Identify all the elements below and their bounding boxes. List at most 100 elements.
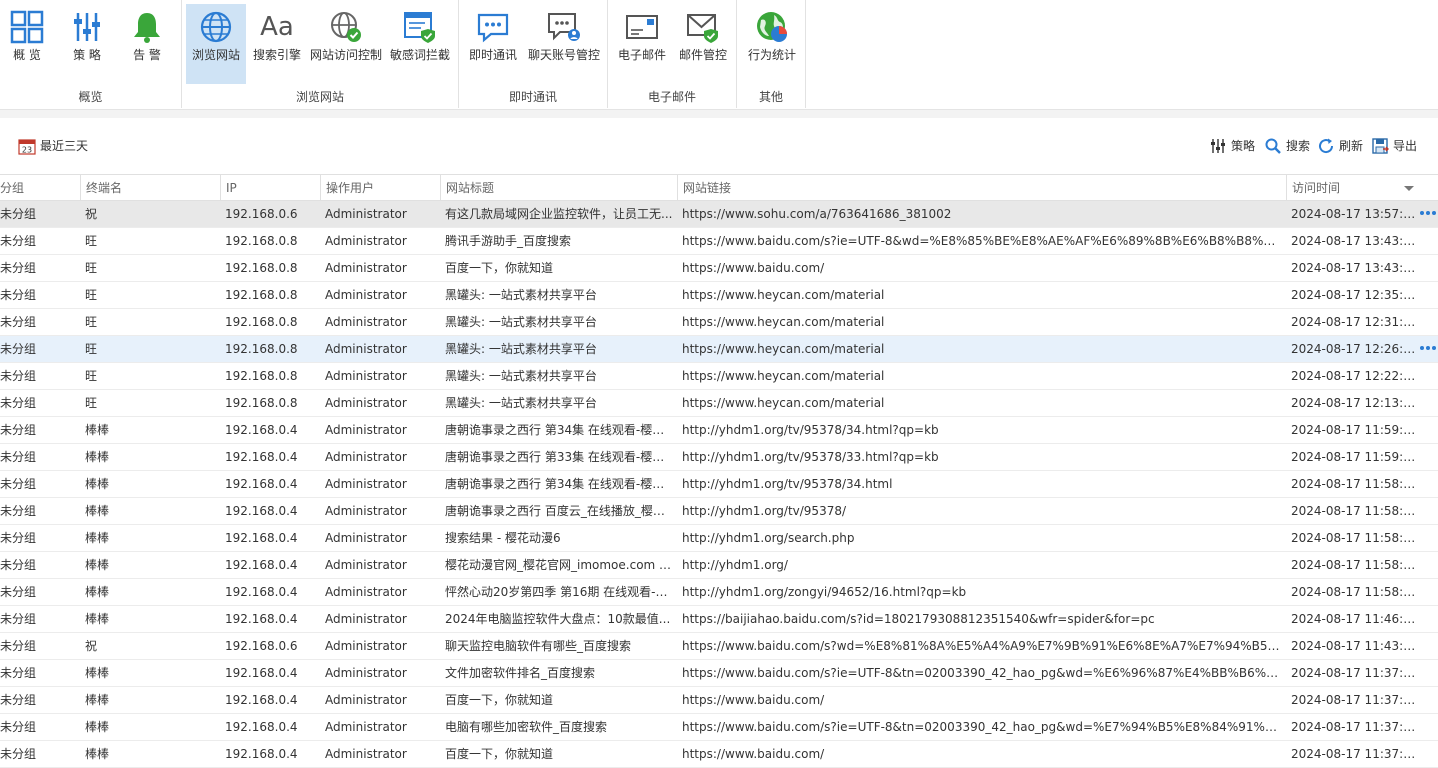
cell-user: Administrator — [325, 639, 407, 653]
cell-group: 未分组 — [0, 450, 37, 464]
cell-title: 黑罐头: 一站式素材共享平台 — [445, 342, 597, 356]
cell-terminal: 棒棒 — [85, 450, 110, 464]
cell-title: 怦然心动20岁第四季 第16期 在线观看-樱... — [445, 585, 674, 599]
chat-account-control-label: 聊天账号管控 — [527, 48, 600, 62]
column-header-terminal[interactable]: 终端名 — [80, 175, 220, 201]
cell-group: 未分组 — [0, 531, 37, 545]
cell-time: 2024-08-17 11:58:57 — [1291, 504, 1416, 518]
search-button[interactable]: 搜索 — [1264, 137, 1310, 155]
chat-account-control-button[interactable]: 聊天账号管控 — [525, 4, 603, 84]
table-row[interactable]: 未分组 旺 192.168.0.8 Administrator 黑罐头: 一站式素材共享… — [0, 363, 1438, 390]
policy-button[interactable]: 策 略 — [60, 4, 114, 84]
table-row[interactable]: 未分组 棒棒 192.168.0.4 Administrator 百度一下，你就知道 ht… — [0, 687, 1438, 714]
column-header-time[interactable]: 访问时间 — [1286, 175, 1416, 201]
cell-title: 电脑有哪些加密软件_百度搜索 — [445, 720, 608, 734]
column-header-group[interactable]: 分组 — [0, 175, 80, 201]
cell-terminal: 祝 — [85, 207, 98, 221]
website-access-control-label: 网站访问控制 — [309, 48, 382, 62]
export-label: 导出 — [1393, 139, 1418, 153]
table-row[interactable]: 未分组 旺 192.168.0.8 Administrator 腾讯手游助手_百度搜索 h… — [0, 228, 1438, 255]
refresh-label: 刷新 — [1339, 139, 1364, 153]
column-header-user[interactable]: 操作用户 — [320, 175, 440, 201]
export-button[interactable]: 导出 — [1371, 137, 1417, 155]
cell-title: 有这几款局域网企业监控软件，让员工无... — [445, 207, 673, 221]
table-body: 未分组祝 192.168.0.6 Administrator 有这几款局域网企业监控软… — [0, 201, 1438, 768]
table-row[interactable]: 未分组 棒棒 192.168.0.4 Administrator 文件加密软件排名_百度… — [0, 660, 1438, 687]
alarm-button[interactable]: 告 警 — [120, 4, 174, 84]
ribbon-group-browsing: 浏览网站 Aa 搜索引擎 网站访问控制 敏感词拦截 浏览网站 — [182, 0, 459, 108]
cell-terminal: 棒棒 — [85, 666, 110, 680]
cell-terminal: 棒棒 — [85, 531, 110, 545]
cell-group: 未分组 — [0, 423, 37, 437]
cell-time: 2024-08-17 11:59:39 — [1291, 423, 1416, 437]
cell-user: Administrator — [325, 234, 407, 248]
table-row[interactable]: 未分组 旺 192.168.0.8 Administrator 百度一下，你就知道 htt… — [0, 255, 1438, 282]
cell-group: 未分组 — [0, 369, 37, 383]
cell-title: 唐朝诡事录之西行 第33集 在线观看-樱花... — [445, 450, 674, 464]
table-row[interactable]: 未分组 棒棒 192.168.0.4 Administrator 唐朝诡事录之西行 第3… — [0, 417, 1438, 444]
cell-user: Administrator — [325, 423, 407, 437]
table-row[interactable]: 未分组 旺 192.168.0.8 Administrator 黑罐头: 一站式素材共享… — [0, 390, 1438, 417]
table-row[interactable]: 未分组 旺 192.168.0.8 Administrator 黑罐头: 一站式素材共享… — [0, 309, 1438, 336]
cell-url: http://yhdm1.org/tv/95378/34.html — [682, 477, 893, 491]
cell-time: 2024-08-17 11:37:17 — [1291, 666, 1416, 680]
ribbon-group-im: 即时通讯 聊天账号管控 即时通讯 — [459, 0, 608, 108]
column-header-title[interactable]: 网站标题 — [440, 175, 677, 201]
email-button[interactable]: 电子邮件 — [614, 4, 670, 84]
cell-time: 2024-08-17 12:26:10 — [1291, 342, 1416, 356]
cell-terminal: 棒棒 — [85, 693, 110, 707]
website-access-control-button[interactable]: 网站访问控制 — [308, 4, 384, 84]
cell-group: 未分组 — [0, 693, 37, 707]
row-more-icon[interactable] — [1420, 209, 1436, 217]
column-header-url[interactable]: 网站链接 — [677, 175, 1286, 201]
table-row[interactable]: 未分组 棒棒 192.168.0.4 Administrator 百度一下，你就知道 ht… — [0, 741, 1438, 768]
sensitive-word-block-button[interactable]: 敏感词拦截 — [386, 4, 454, 84]
cell-url: https://www.baidu.com/ — [682, 261, 825, 275]
table-row[interactable]: 未分组 祝 192.168.0.6 Administrator 有这几款局域网企业监控软… — [0, 201, 1438, 228]
browse-website-button[interactable]: 浏览网站 — [186, 4, 246, 84]
table-row[interactable]: 未分组 棒棒 192.168.0.4 Administrator 唐朝诡事录之西行 第3… — [0, 471, 1438, 498]
sort-descending-icon[interactable] — [1404, 186, 1414, 191]
cell-terminal: 棒棒 — [85, 558, 110, 572]
web-history-table: 分组 终端名 IP 操作用户 网站标题 网站链接 访问时间 未分组祝 192.16… — [0, 174, 1438, 768]
table-row[interactable]: 未分组 棒棒 192.168.0.4 Administrator 樱花动漫官网_樱花官网… — [0, 552, 1438, 579]
cell-ip: 192.168.0.4 — [225, 450, 298, 464]
overview-button[interactable]: 概 览 — [0, 4, 54, 84]
cell-user: Administrator — [325, 531, 407, 545]
group-label-overview: 概览 — [78, 90, 103, 104]
table-row[interactable]: 未分组 棒棒 192.168.0.4 Administrator 唐朝诡事录之西行 第3… — [0, 444, 1438, 471]
table-row[interactable]: 未分组 旺 192.168.0.8 Administrator 黑罐头: 一站式素材共享… — [0, 336, 1438, 363]
table-row[interactable]: 未分组 旺 192.168.0.8 Administrator 黑罐头: 一站式素材共享… — [0, 282, 1438, 309]
cell-user: Administrator — [325, 585, 407, 599]
search-engine-button[interactable]: Aa 搜索引擎 — [248, 4, 306, 84]
email-control-button[interactable]: 邮件管控 — [674, 4, 732, 84]
svg-text:23: 23 — [22, 146, 32, 155]
cell-url: https://www.baidu.com/s?wd=%E8%81%8A%E5%… — [682, 639, 1281, 653]
cell-url: http://yhdm1.org/search.php — [682, 531, 855, 545]
table-row[interactable]: 未分组 棒棒 192.168.0.4 Administrator 搜索结果 - 樱花动漫… — [0, 525, 1438, 552]
cell-url: https://www.heycan.com/material — [682, 396, 885, 410]
cell-time: 2024-08-17 11:58:33 — [1291, 558, 1416, 572]
table-row[interactable]: 未分组 棒棒 192.168.0.4 Administrator 2024年电脑监控软件… — [0, 606, 1438, 633]
email-label: 电子邮件 — [617, 48, 666, 62]
cell-group: 未分组 — [0, 342, 37, 356]
overview-label: 概 览 — [13, 48, 41, 62]
cell-ip: 192.168.0.8 — [225, 234, 298, 248]
table-row[interactable]: 未分组 祝 192.168.0.6 Administrator 聊天监控电脑软件有哪些_… — [0, 633, 1438, 660]
table-row[interactable]: 未分组 棒棒 192.168.0.4 Administrator 怦然心动20岁第四季 … — [0, 579, 1438, 606]
column-header-time-label: 访问时间 — [1292, 181, 1341, 195]
cell-url: https://www.baidu.com/s?ie=UTF-8&tn=0200… — [682, 720, 1281, 734]
behavior-stats-button[interactable]: 行为统计 — [743, 4, 801, 84]
cell-title: 搜索结果 - 樱花动漫6 — [445, 531, 561, 545]
table-row[interactable]: 未分组 棒棒 192.168.0.4 Administrator 电脑有哪些加密软件_百… — [0, 714, 1438, 741]
row-more-icon[interactable] — [1420, 344, 1436, 352]
policy-toolbar-button[interactable]: 策略 — [1209, 137, 1255, 155]
column-header-ip[interactable]: IP — [220, 175, 320, 201]
instant-messaging-button[interactable]: 即时通讯 — [465, 4, 521, 84]
globe-icon — [200, 11, 232, 43]
cell-terminal: 棒棒 — [85, 612, 110, 626]
date-range-label: 最近三天 — [40, 139, 89, 153]
date-range-button[interactable]: 23 最近三天 — [18, 137, 88, 155]
refresh-button[interactable]: 刷新 — [1317, 137, 1363, 155]
table-row[interactable]: 未分组 棒棒 192.168.0.4 Administrator 唐朝诡事录之西行 百度… — [0, 498, 1438, 525]
